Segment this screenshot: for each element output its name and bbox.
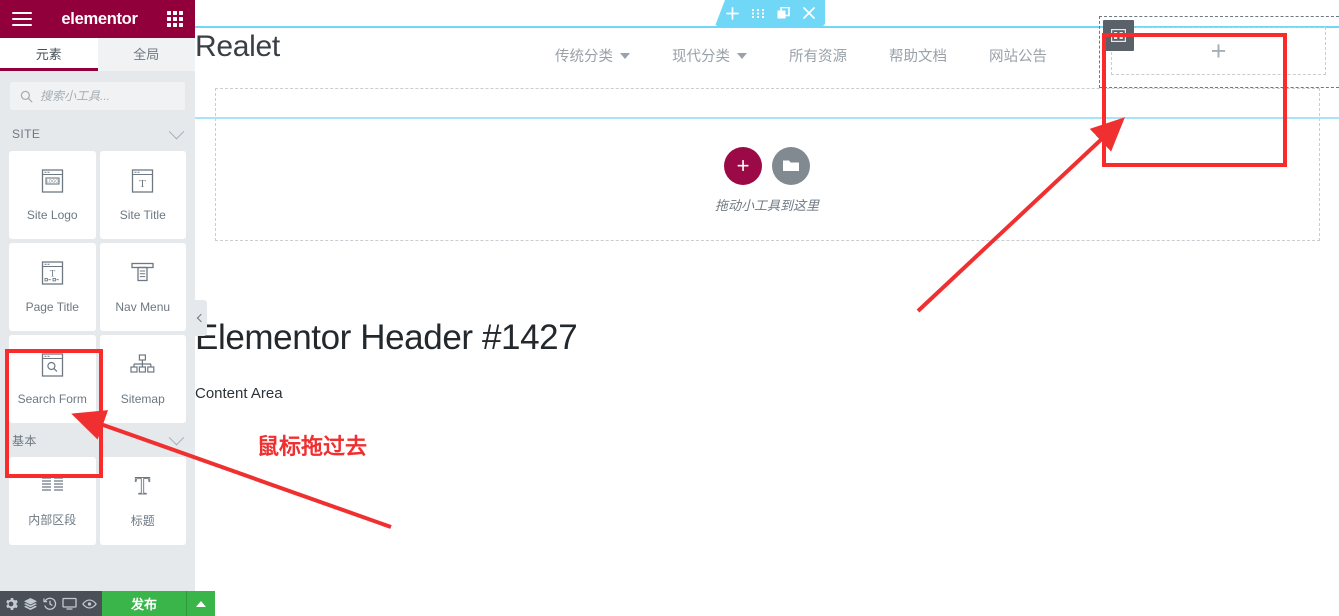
dropzone-buttons: + (724, 146, 810, 185)
nav-item-3[interactable]: 帮助文档 (889, 45, 947, 66)
widget-site-title[interactable]: T Site Title (99, 151, 186, 239)
widget-inner-section[interactable]: 内部区段 (9, 457, 96, 545)
empty-widget-dropzone[interactable]: + (1111, 27, 1326, 75)
plus-icon: + (1210, 35, 1227, 66)
page-title: Elementor Header #1427 (195, 318, 578, 357)
drag-handle-icon[interactable] (751, 8, 764, 18)
search-icon (20, 90, 33, 102)
category-label: SITE (12, 127, 41, 141)
site-logo-text: Realet (195, 30, 280, 63)
responsive-monitor-icon[interactable] (62, 596, 77, 611)
category-label: 基本 (12, 433, 37, 448)
nav-item-1[interactable]: 现代分类 (672, 45, 747, 66)
grid-apps-icon[interactable] (167, 11, 183, 27)
widget-heading[interactable]: T 标题 (99, 457, 186, 545)
duplicate-icon[interactable] (777, 6, 790, 20)
search-input[interactable] (40, 89, 175, 103)
site-nav-menu[interactable]: 传统分类 现代分类 所有资源 帮助文档 网站公告 (555, 45, 1047, 66)
widget-label: Site Logo (26, 207, 78, 222)
svg-text:T: T (139, 178, 146, 190)
inner-section-icon (39, 475, 66, 502)
panel-collapse-handle[interactable] (193, 300, 207, 336)
hamburger-icon[interactable] (12, 12, 32, 26)
panel-footer: 发布 (0, 591, 215, 616)
site-logo-icon: LOGO (39, 168, 66, 199)
history-clock-icon[interactable] (43, 596, 57, 611)
nav-item-4[interactable]: 网站公告 (989, 45, 1047, 66)
sitemap-icon (129, 353, 156, 383)
search-form-icon (39, 352, 66, 383)
section-toolbar[interactable] (715, 0, 825, 26)
panel-header: elementor (0, 0, 195, 38)
close-icon[interactable] (802, 7, 815, 19)
site-title-icon: T (129, 168, 156, 199)
widget-grid-site: LOGO Site Logo T Site Title T Page Title… (9, 151, 186, 423)
nav-item-0[interactable]: 传统分类 (555, 45, 630, 66)
category-header-basic[interactable]: 基本 (9, 423, 186, 457)
widget-label: Search Form (17, 391, 87, 406)
panel-tabs: 元素 全局 (0, 38, 195, 71)
chevron-down-icon (168, 429, 185, 445)
content-area-label: Content Area (195, 385, 283, 402)
widget-dropzone-area[interactable]: + 拖动小工具到这里 (195, 119, 1339, 241)
plus-glyph: + (736, 152, 750, 178)
template-folder-icon[interactable] (772, 146, 810, 185)
chevron-down-icon (620, 52, 630, 59)
widget-label: 内部区段 (28, 512, 77, 527)
elementor-brand-logo: elementor (61, 9, 138, 28)
widget-site-logo[interactable]: LOGO Site Logo (9, 151, 96, 239)
editor-canvas: Realet 传统分类 现代分类 所有资源 帮助文档 网站公告 + + 拖动小工… (195, 0, 1339, 616)
tab-global[interactable]: 全局 (97, 38, 195, 71)
heading-icon: T (129, 472, 156, 503)
preview-eye-icon[interactable] (82, 596, 97, 611)
nav-item-label: 传统分类 (555, 49, 613, 65)
svg-text:T: T (50, 268, 56, 278)
widget-label: Nav Menu (115, 299, 171, 314)
column-layout-icon[interactable] (1103, 20, 1134, 51)
navigator-layers-icon[interactable] (23, 596, 38, 611)
widget-search-form[interactable]: Search Form (9, 335, 96, 423)
svg-text:T: T (135, 474, 150, 498)
page-title-icon: T (39, 260, 66, 291)
widget-label: 标题 (130, 513, 155, 528)
widget-label: Site Title (119, 207, 166, 222)
plus-circle-icon[interactable]: + (724, 146, 762, 185)
widget-sitemap[interactable]: Sitemap (99, 335, 186, 423)
dropzone-hint: 拖动小工具到这里 (714, 197, 819, 213)
publish-group: 发布 (102, 591, 215, 616)
widget-page-title[interactable]: T Page Title (9, 243, 96, 331)
caret-up-icon (196, 600, 206, 607)
widget-nav-menu[interactable]: Nav Menu (99, 243, 186, 331)
publish-button[interactable]: 发布 (102, 591, 186, 616)
chevron-left-icon (196, 313, 206, 323)
chevron-down-icon (168, 123, 185, 139)
settings-gear-icon[interactable] (4, 596, 18, 611)
publish-options-button[interactable] (186, 591, 215, 616)
svg-text:LOGO: LOGO (46, 178, 59, 183)
search-widget-box[interactable] (9, 81, 186, 111)
nav-menu-icon (129, 261, 156, 291)
panel-body: SITE LOGO Site Logo (0, 71, 195, 591)
category-header-site[interactable]: SITE (9, 117, 186, 151)
nav-item-label: 现代分类 (672, 49, 730, 65)
nav-item-2[interactable]: 所有资源 (789, 45, 847, 66)
widget-grid-basic: 内部区段 T 标题 (9, 457, 186, 545)
add-section-icon[interactable] (725, 6, 739, 20)
chevron-down-icon (737, 52, 747, 59)
widget-label: Sitemap (120, 391, 165, 406)
widget-label: Page Title (25, 299, 79, 314)
elementor-widget-panel: elementor 元素 全局 SITE (0, 0, 215, 616)
tab-elements[interactable]: 元素 (0, 38, 98, 71)
